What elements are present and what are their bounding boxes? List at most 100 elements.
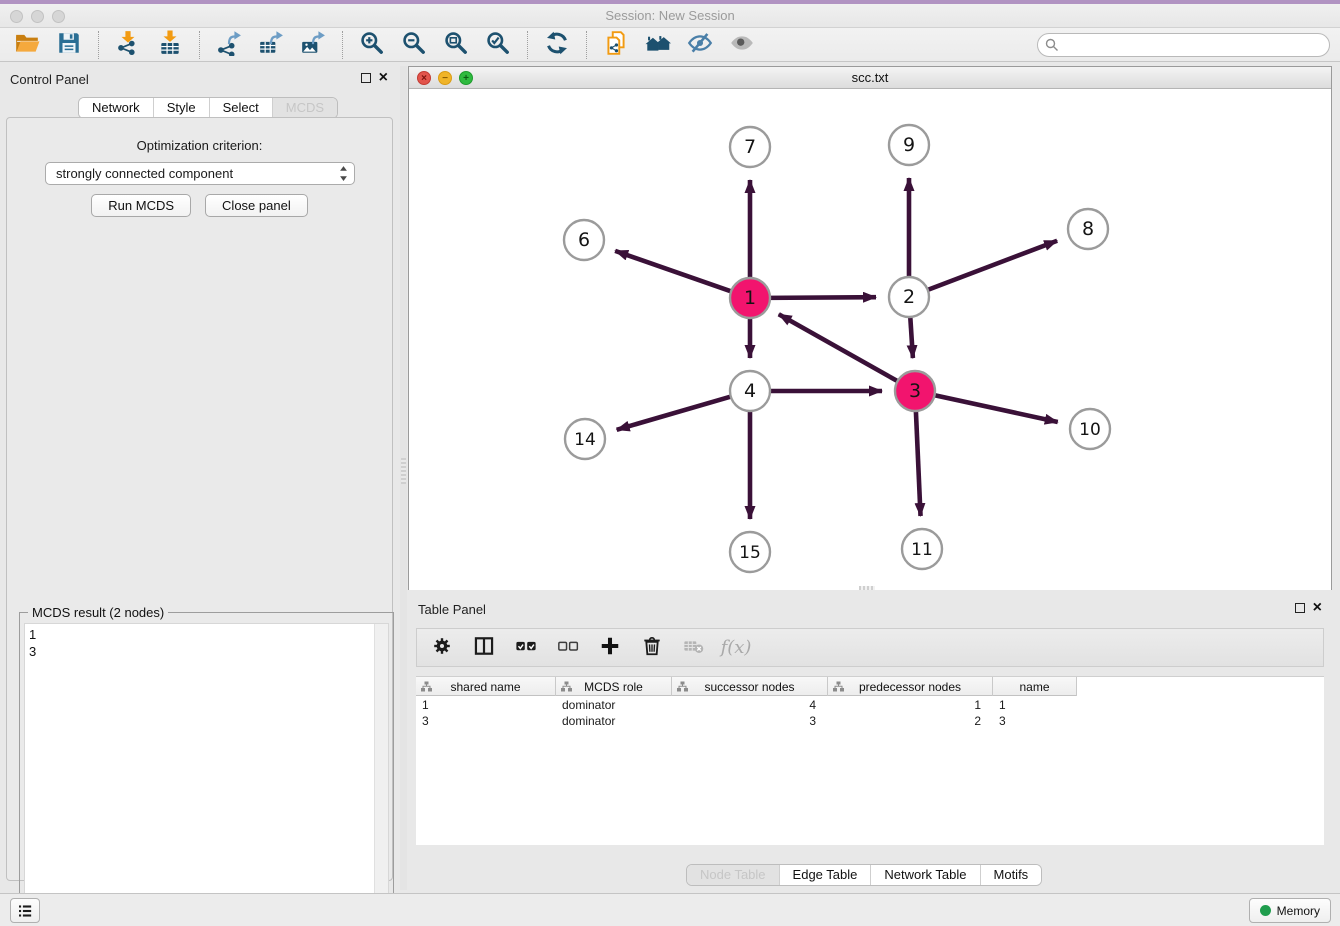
delete-column-icon <box>641 635 663 660</box>
tab-mcds[interactable]: MCDS <box>272 98 337 119</box>
zoom-in-icon <box>359 30 385 59</box>
node-3[interactable]: 3 <box>895 371 935 411</box>
close-panel-button[interactable]: Close panel <box>205 194 308 217</box>
edge-3-1[interactable] <box>779 314 899 381</box>
node-table[interactable]: shared nameMCDS rolesuccessor nodesprede… <box>416 676 1324 845</box>
refresh-network-button[interactable] <box>536 30 578 60</box>
export-network-button[interactable] <box>208 30 250 60</box>
cell-successor-nodes[interactable]: 3 <box>672 713 828 729</box>
edge-4-14[interactable] <box>617 396 732 429</box>
column-header-MCDS-role[interactable]: MCDS role <box>556 677 672 696</box>
node-4[interactable]: 4 <box>730 371 770 411</box>
node-2[interactable]: 2 <box>889 277 929 317</box>
memory-button-label: Memory <box>1277 904 1320 918</box>
main-titlebar: Session: New Session <box>0 4 1340 28</box>
deselect-all-columns-button[interactable] <box>555 635 581 661</box>
cell-shared-name[interactable]: 3 <box>416 713 556 729</box>
cell-MCDS-role[interactable]: dominator <box>556 713 672 729</box>
cell-shared-name[interactable]: 1 <box>416 697 556 713</box>
column-header-shared-name[interactable]: shared name <box>416 677 556 696</box>
delete-column-button[interactable] <box>639 635 665 661</box>
hide-panel-button[interactable] <box>679 30 721 60</box>
edge-3-11[interactable] <box>916 410 921 516</box>
add-column-button[interactable] <box>597 635 623 661</box>
import-table-button[interactable] <box>149 30 191 60</box>
svg-text:10: 10 <box>1079 420 1101 440</box>
save-session-button[interactable] <box>48 30 90 60</box>
node-9[interactable]: 9 <box>889 125 929 165</box>
node-14[interactable]: 14 <box>565 419 605 459</box>
table-mode-gear-icon <box>431 635 453 660</box>
table-panel: Table Panel × f(x) shared nameMCDS roles… <box>408 596 1332 890</box>
edge-3-10[interactable] <box>934 395 1058 422</box>
home-view-button[interactable] <box>637 30 679 60</box>
network-window-titlebar[interactable]: × − + scc.txt <box>409 67 1331 89</box>
node-11[interactable]: 11 <box>902 529 942 569</box>
open-file-button[interactable] <box>6 30 48 60</box>
deselect-all-columns-icon <box>557 635 579 660</box>
result-scrollbar[interactable] <box>374 624 388 926</box>
network-canvas[interactable]: 7 9 6 8 1 2 4 3 14 10 15 11 <box>409 89 1331 590</box>
tab-network-table[interactable]: Network Table <box>870 865 979 886</box>
run-mcds-button[interactable]: Run MCDS <box>91 194 191 217</box>
tab-edge-table[interactable]: Edge Table <box>779 865 871 886</box>
svg-text:9: 9 <box>903 134 915 156</box>
edge-1-2[interactable] <box>769 297 876 298</box>
tab-network[interactable]: Network <box>79 98 153 119</box>
zoom-in-button[interactable] <box>351 30 393 60</box>
table-row[interactable]: 1dominator411 <box>416 697 1077 713</box>
column-header-name[interactable]: name <box>993 677 1077 696</box>
mcds-result-textarea[interactable]: 13 <box>24 623 389 926</box>
mcds-panel: Optimization criterion: strongly connect… <box>6 117 393 881</box>
table-panel-close-button[interactable]: × <box>1313 602 1322 614</box>
zoom-selected-button[interactable] <box>477 30 519 60</box>
table-mode-gear-button[interactable] <box>429 635 455 661</box>
duplicate-network-button[interactable] <box>595 30 637 60</box>
node-7[interactable]: 7 <box>730 127 770 167</box>
search-input[interactable] <box>1037 33 1330 57</box>
panel-splitter-horizontal[interactable] <box>859 586 875 590</box>
svg-text:14: 14 <box>574 430 596 450</box>
cell-successor-nodes[interactable]: 4 <box>672 697 828 713</box>
edge-1-6[interactable] <box>615 251 732 292</box>
show-columns-button[interactable] <box>471 635 497 661</box>
delete-table-button <box>681 635 707 661</box>
cell-name[interactable]: 1 <box>993 697 1077 713</box>
tab-select[interactable]: Select <box>209 98 272 119</box>
tab-style[interactable]: Style <box>153 98 209 119</box>
export-image-button[interactable] <box>292 30 334 60</box>
mcds-result-title: MCDS result (2 nodes) <box>28 605 168 620</box>
memory-button[interactable]: Memory <box>1249 898 1331 923</box>
control-panel-close-button[interactable]: × <box>379 72 388 84</box>
edge-2-3[interactable] <box>910 316 913 358</box>
select-all-columns-button[interactable] <box>513 635 539 661</box>
show-panel-button[interactable] <box>721 30 763 60</box>
table-row[interactable]: 3dominator323 <box>416 713 1077 729</box>
task-history-button[interactable] <box>10 898 40 923</box>
node-10[interactable]: 10 <box>1070 409 1110 449</box>
zoom-out-button[interactable] <box>393 30 435 60</box>
tab-motifs[interactable]: Motifs <box>980 865 1042 886</box>
import-network-button[interactable] <box>107 30 149 60</box>
tab-node-table[interactable]: Node Table <box>687 865 779 886</box>
node-15[interactable]: 15 <box>730 532 770 572</box>
node-6[interactable]: 6 <box>564 220 604 260</box>
column-header-predecessor-nodes[interactable]: predecessor nodes <box>828 677 993 696</box>
node-1[interactable]: 1 <box>730 278 770 318</box>
cell-name[interactable]: 3 <box>993 713 1077 729</box>
open-file-icon <box>14 30 40 59</box>
panel-splitter-vertical[interactable] <box>400 66 407 890</box>
node-8[interactable]: 8 <box>1068 209 1108 249</box>
criterion-dropdown[interactable]: strongly connected component <box>45 162 355 185</box>
cell-predecessor-nodes[interactable]: 2 <box>828 713 993 729</box>
edge-2-8[interactable] <box>927 241 1057 291</box>
cell-MCDS-role[interactable]: dominator <box>556 697 672 713</box>
zoom-out-icon <box>401 30 427 59</box>
table-panel-float-button[interactable] <box>1295 603 1305 613</box>
cell-predecessor-nodes[interactable]: 1 <box>828 697 993 713</box>
control-panel-float-button[interactable] <box>361 73 371 83</box>
zoom-fit-button[interactable] <box>435 30 477 60</box>
toolbar-separator <box>98 31 99 59</box>
column-header-successor-nodes[interactable]: successor nodes <box>672 677 828 696</box>
export-table-button[interactable] <box>250 30 292 60</box>
